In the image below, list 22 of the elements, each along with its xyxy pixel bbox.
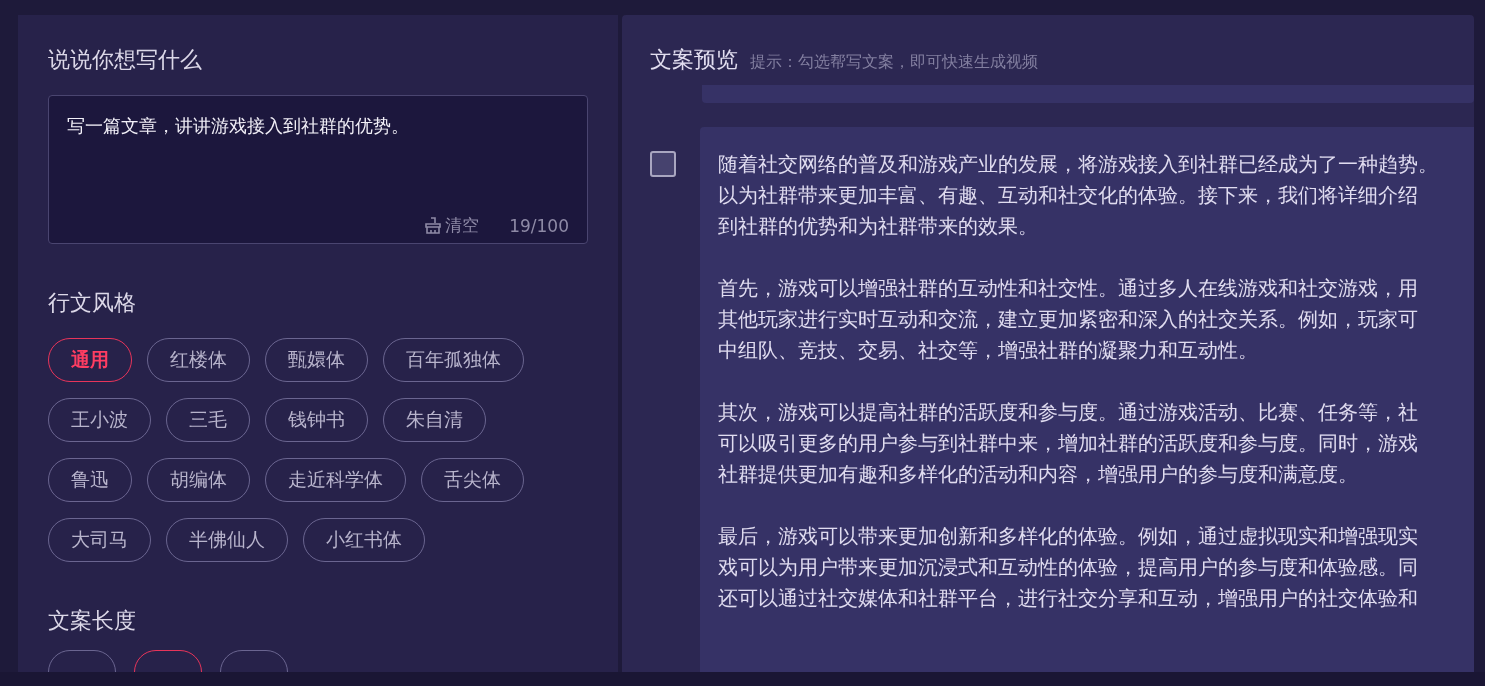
draft-text-line: 其次，游戏可以提高社群的活跃度和参与度。通过游戏活动、比赛、任务等，社 bbox=[718, 399, 1418, 426]
draft-text-line: 其他玩家进行实时互动和交流，建立更加紧密和深入的社交关系。例如，玩家可 bbox=[718, 306, 1418, 333]
draft-text-line: 以为社群带来更加丰富、有趣、互动和社交化的体验。接下来，我们将详细介绍 bbox=[718, 182, 1418, 209]
draft-text-line: 最后，游戏可以带来更加创新和多样化的体验。例如，通过虚拟现实和增强现实 bbox=[718, 523, 1418, 550]
hint-text: 提示：勾选帮写文案，即可快速生成视频 bbox=[750, 52, 1038, 73]
draft-text-line: 社群提供更加有趣和多样化的活动和内容，增强用户的参与度和满意度。 bbox=[718, 461, 1358, 488]
panel-title: 文案预览 bbox=[650, 46, 738, 74]
section-title: 文案长度 bbox=[48, 607, 137, 635]
draft-text-line: 到社群的优势和为社群带来的效果。 bbox=[718, 213, 1038, 240]
prompt-field[interactable]: 写一篇文章，讲讲游戏接入到社群的优势。 清空 19/100 bbox=[48, 95, 588, 244]
draft-text-line: 可以吸引更多的用户参与到社群中来，增加社群的活跃度和参与度。同时，游戏 bbox=[718, 430, 1418, 457]
clear-button[interactable]: 清空 bbox=[424, 214, 480, 237]
broom-icon bbox=[424, 216, 443, 235]
draft-text-line: 还可以通过社交媒体和社群平台，进行社交分享和互动，增强用户的社交体验和 bbox=[718, 585, 1418, 612]
section-title: 行文风格 bbox=[48, 289, 137, 317]
character-counter: 19/100 bbox=[509, 215, 569, 236]
section-title: 说说你想写什么 bbox=[48, 46, 203, 74]
checkbox[interactable] bbox=[650, 151, 676, 177]
draft-text-line: 中组队、竞技、交易、社交等，增强社群的凝聚力和互动性。 bbox=[718, 337, 1258, 364]
draft-text-line: 随着社交网络的普及和游戏产业的发展，将游戏接入到社群已经成为了一种趋势。 bbox=[718, 151, 1438, 178]
draft-text-line: 首先，游戏可以增强社群的互动性和社交性。通过多人在线游戏和社交游戏，用 bbox=[718, 275, 1418, 302]
draft-text-line: 戏可以为用户带来更加沉浸式和互动性的体验，提高用户的参与度和体验感。同 bbox=[718, 554, 1418, 581]
